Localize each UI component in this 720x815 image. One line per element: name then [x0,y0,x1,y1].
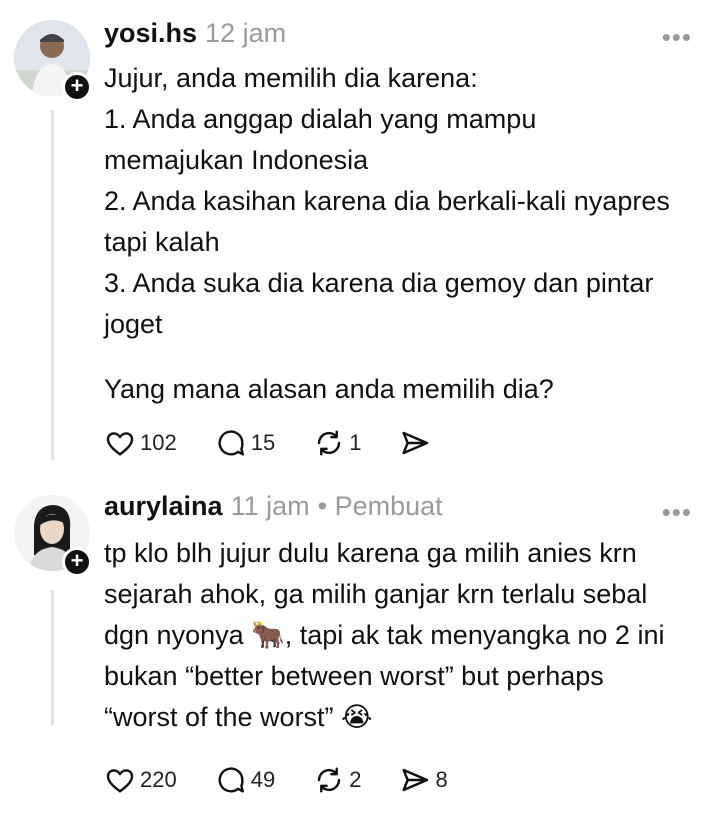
post: + yosi.hs 12 jam ••• Jujur, anda memilih… [0,0,720,475]
heart-icon [106,432,134,456]
like-button[interactable]: 102 [104,427,177,459]
post-header: yosi.hs 12 jam [104,18,286,54]
post-line: Jujur, anda memilih dia karena: [104,63,478,93]
like-count: 102 [140,430,177,455]
share-icon [402,768,429,792]
repost-count: 2 [349,767,362,792]
reply-count: 49 [250,767,276,792]
post-body: Jujur, anda memilih dia karena: 1. Anda … [104,58,704,410]
post-line: 3. Anda suka dia karena dia gemoy dan pi… [104,268,654,298]
post-line: 2. Anda kasihan karena dia berkali-kali … [104,186,670,216]
username[interactable]: yosi.hs [104,18,197,49]
share-button[interactable]: 8 [399,764,448,796]
share-count: 8 [435,767,448,792]
share-button[interactable] [399,427,435,459]
post: + aurylaina 11 jam • Pembuat ••• tp klo … [0,475,720,815]
post-line: 1. Anda anggap dialah yang mampu [104,104,537,134]
repost-count: 1 [349,430,362,455]
post-header: aurylaina 11 jam • Pembuat [104,491,443,527]
post-body: tp klo blh jujur dulu karena ga milih an… [104,533,704,738]
action-bar: 220 49 2 8 [104,760,486,800]
more-options-icon[interactable]: ••• [662,497,692,528]
follow-plus-icon[interactable]: + [62,547,92,577]
post-line: joget [104,309,163,339]
repost-icon [318,767,341,793]
reply-count: 15 [250,430,276,455]
post-line: “worst of the worst” 😭 [104,702,373,732]
repost-button[interactable]: 2 [313,764,361,796]
comment-icon [218,767,244,793]
thread-line [51,590,54,725]
like-button[interactable]: 220 [104,764,177,796]
follow-plus-icon[interactable]: + [62,72,92,102]
post-line: Yang mana alasan anda memilih dia? [104,374,554,404]
post-line: memajukan Indonesia [104,145,369,175]
more-options-icon[interactable]: ••• [662,22,692,53]
thread-line [51,110,54,460]
repost-icon [318,430,341,456]
timestamp: 12 jam [205,18,287,48]
avatar-container[interactable]: + [14,20,92,102]
post-line: sejarah ahok, ga milih ganjar krn terlal… [104,579,648,609]
post-line: tapi kalah [104,227,220,257]
post-line: bukan “better between worst” but perhaps [104,661,604,691]
share-icon [402,431,429,455]
post-line: tp klo blh jujur dulu karena ga milih an… [104,538,637,568]
repost-button[interactable]: 1 [313,427,361,459]
comment-icon [218,430,244,456]
avatar-container[interactable]: + [14,495,92,577]
thread-feed: + yosi.hs 12 jam ••• Jujur, anda memilih… [0,0,720,815]
timestamp: 11 jam [230,491,310,521]
heart-icon [106,769,134,793]
like-count: 220 [140,767,177,792]
reply-button[interactable]: 49 [215,764,275,796]
reply-button[interactable]: 15 [215,427,275,459]
post-line: dgn nyonya 🐂, tapi ak tak menyangka no 2… [104,620,665,650]
username[interactable]: aurylaina [104,491,223,522]
action-bar: 102 15 1 [104,423,473,463]
author-tag: • Pembuat [317,491,443,521]
